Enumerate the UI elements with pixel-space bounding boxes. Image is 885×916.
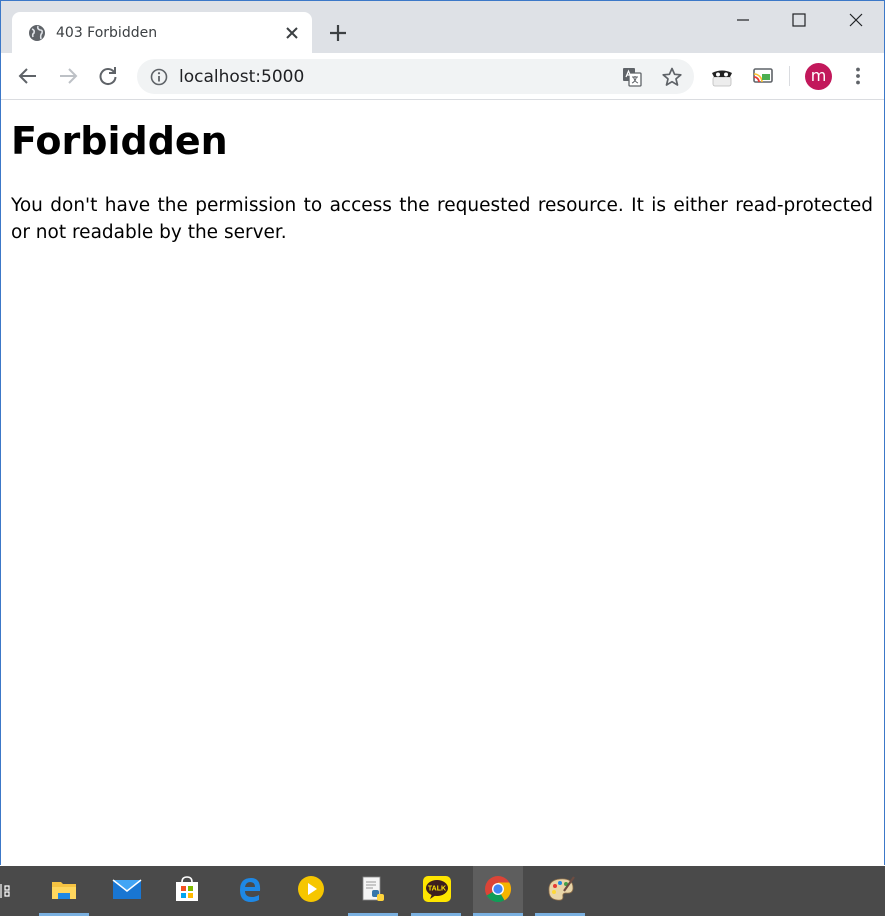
more-menu-icon[interactable] (847, 65, 869, 87)
taskbar: TALK (0, 866, 885, 916)
url-text[interactable]: localhost:5000 (179, 67, 304, 87)
address-bar[interactable]: localhost:5000 (137, 59, 694, 94)
taskbar-file-explorer[interactable] (39, 866, 89, 916)
store-icon (176, 876, 198, 901)
kakaotalk-label: TALK (428, 886, 446, 893)
taskbar-media-player[interactable] (286, 866, 336, 916)
page-title: Forbidden (11, 119, 228, 163)
translate-icon[interactable] (621, 66, 643, 88)
taskbar-chrome[interactable] (473, 866, 523, 916)
bookmark-star-icon[interactable] (661, 66, 683, 88)
file-explorer-icon (52, 882, 76, 899)
cast-extension-icon[interactable] (751, 65, 775, 87)
taskbar-kakaotalk[interactable]: TALK (411, 866, 461, 916)
kakaotalk-icon: TALK (423, 876, 451, 902)
mail-icon (112, 879, 142, 899)
taskbar-python-editor[interactable] (348, 866, 398, 916)
media-player-icon (298, 876, 324, 902)
python-editor-icon (362, 876, 384, 901)
tab-title: 403 Forbidden (56, 25, 158, 41)
browser-tab[interactable]: 403 Forbidden (12, 12, 312, 54)
chrome-icon (485, 876, 512, 903)
maximize-icon[interactable] (776, 7, 820, 35)
site-info-icon[interactable] (149, 67, 169, 87)
back-arrow-icon[interactable] (17, 65, 39, 87)
toolbar-separator (789, 66, 790, 86)
new-tab-icon[interactable] (327, 22, 349, 44)
page-content: Forbidden You don't have the permission … (11, 100, 873, 246)
taskbar-mail[interactable] (101, 866, 151, 916)
reload-icon[interactable] (97, 65, 119, 87)
task-view-icon[interactable] (0, 882, 10, 904)
paint-icon (548, 876, 575, 901)
error-message: You don't have the permission to access … (11, 195, 873, 243)
forward-arrow-icon[interactable] (57, 65, 79, 87)
close-tab-icon[interactable] (282, 23, 302, 43)
browser-toolbar: localhost:5000 m (1, 53, 884, 100)
minimize-icon[interactable] (721, 7, 765, 35)
globe-icon (29, 25, 45, 41)
profile-avatar[interactable]: m (805, 63, 832, 90)
incognito-extension-icon[interactable] (710, 65, 734, 87)
taskbar-edge[interactable] (225, 866, 275, 916)
edge-icon (240, 878, 261, 902)
close-window-icon[interactable] (833, 7, 877, 35)
tab-strip: 403 Forbidden (1, 1, 884, 54)
taskbar-store[interactable] (162, 866, 212, 916)
taskbar-paint[interactable] (535, 866, 585, 916)
